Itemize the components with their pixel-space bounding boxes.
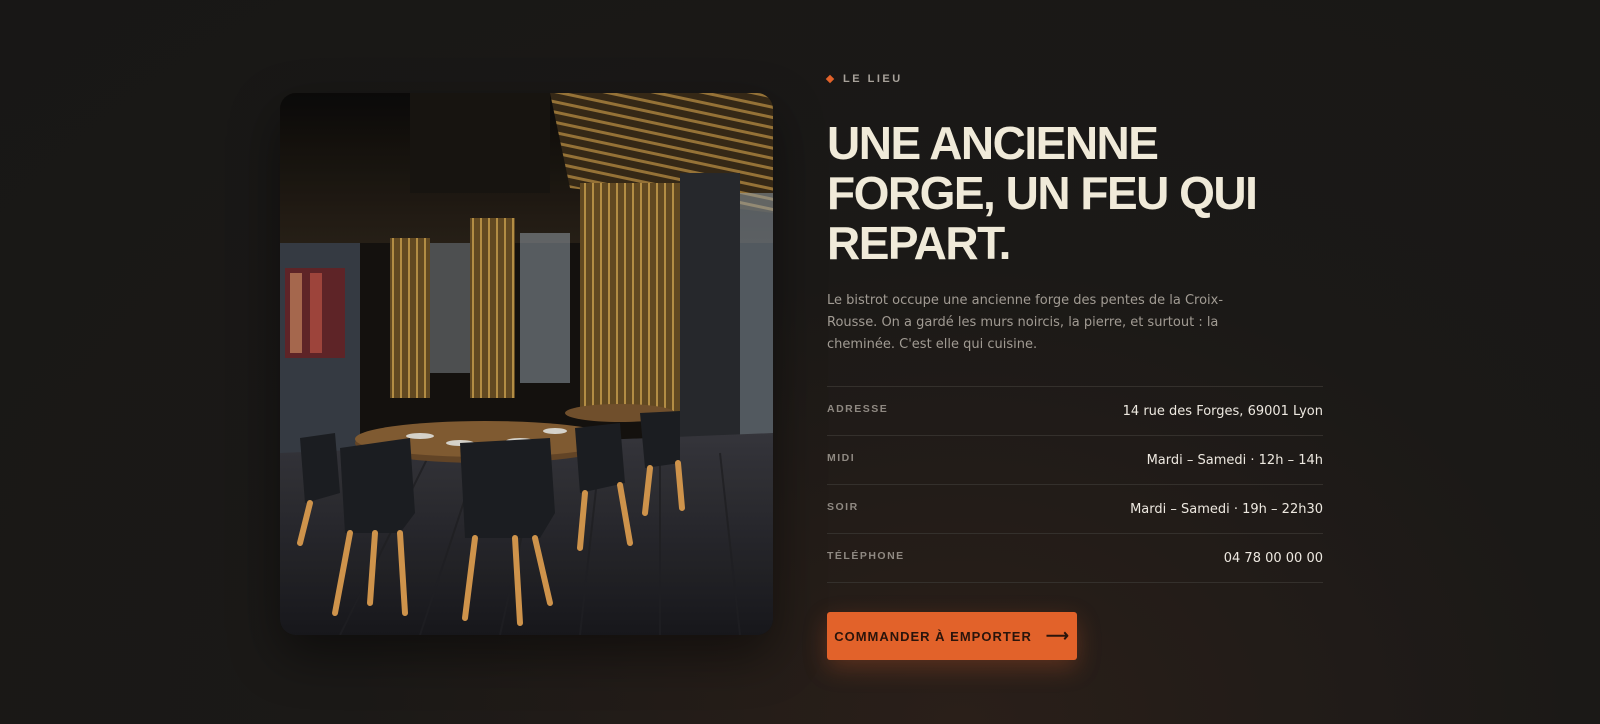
section-description: Le bistrot occupe une ancienne forge des…: [827, 293, 1224, 352]
info-label: ADRESSE: [827, 403, 889, 415]
section-eyebrow: LE LIEU: [825, 73, 903, 85]
info-value: 14 rue des Forges, 69001 Lyon: [1122, 403, 1323, 419]
info-row-address: ADRESSE 14 rue des Forges, 69001 Lyon: [827, 387, 1323, 436]
info-label: SOIR: [827, 501, 859, 513]
info-row-dinner: SOIR Mardi – Samedi · 19h – 22h30: [827, 485, 1323, 534]
info-row-lunch: MIDI Mardi – Samedi · 12h – 14h: [827, 436, 1323, 485]
arrow-right-icon: ⟶: [1045, 628, 1070, 645]
section-headline: UNE ANCIENNE FORGE, UN FEU QUI REPART.: [827, 117, 1258, 269]
info-row-phone: TÉLÉPHONE 04 78 00 00 00: [827, 534, 1323, 583]
venue-info-list: ADRESSE 14 rue des Forges, 69001 Lyon MI…: [827, 386, 1323, 583]
info-label: MIDI: [827, 452, 856, 464]
info-value: 04 78 00 00 00: [1223, 550, 1323, 566]
info-label: TÉLÉPHONE: [827, 550, 905, 562]
order-takeaway-label: COMMANDER À EMPORTER: [834, 628, 1032, 644]
order-takeaway-button[interactable]: COMMANDER À EMPORTER ⟶: [827, 612, 1077, 660]
diamond-icon: [825, 74, 835, 84]
info-value: Mardi – Samedi · 19h – 22h30: [1130, 501, 1323, 517]
restaurant-interior-photo: [280, 93, 773, 635]
eyebrow-label: LE LIEU: [843, 73, 903, 85]
info-value: Mardi – Samedi · 12h – 14h: [1146, 452, 1323, 468]
